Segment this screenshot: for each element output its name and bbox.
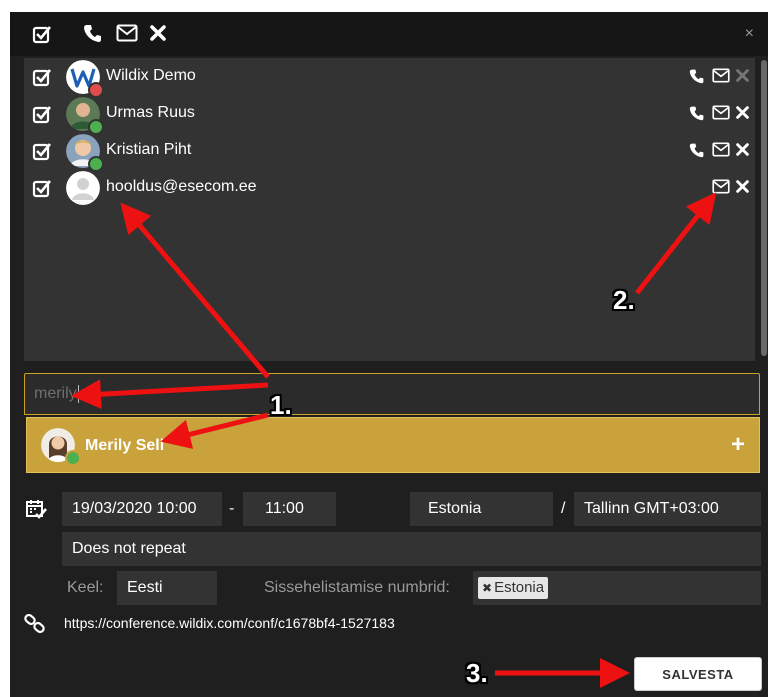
toolbar: × bbox=[10, 12, 768, 56]
envelope-icon[interactable] bbox=[711, 179, 730, 194]
remove-icon[interactable] bbox=[736, 106, 749, 120]
participant-search-input[interactable]: merily bbox=[24, 373, 760, 415]
add-participant-button[interactable]: + bbox=[731, 431, 745, 459]
participant-checkbox[interactable] bbox=[32, 67, 52, 87]
remove-icon bbox=[736, 69, 749, 83]
online-status-icon bbox=[65, 450, 81, 466]
envelope-icon[interactable] bbox=[711, 142, 730, 157]
timezone-select[interactable]: Tallinn GMT+03:00 bbox=[574, 492, 761, 526]
phone-icon[interactable] bbox=[689, 68, 705, 84]
participant-checkbox[interactable] bbox=[32, 141, 52, 161]
participant-name: Urmas Ruus bbox=[106, 104, 195, 121]
participant-actions bbox=[687, 104, 749, 122]
dial-in-numbers-label: Sissehelistamise numbrid: bbox=[264, 579, 450, 596]
link-icon bbox=[24, 614, 45, 634]
save-button[interactable]: SALVESTA bbox=[634, 657, 762, 691]
default-avatar-icon bbox=[66, 171, 100, 205]
participant-list: Wildix Demo Urmas Ruus Kristian Piht hoo… bbox=[24, 58, 755, 361]
dial-in-number-tag: ✖ Estonia bbox=[478, 577, 549, 599]
annotation-number: 3. bbox=[466, 658, 488, 688]
text-caret bbox=[77, 385, 79, 403]
participant-row: Urmas Ruus bbox=[24, 95, 755, 135]
annotation-number: 2. bbox=[613, 285, 635, 315]
end-time-input[interactable]: 11:00 bbox=[243, 492, 336, 526]
close-dialog-button[interactable]: × bbox=[745, 25, 754, 43]
scrollbar-thumb[interactable] bbox=[761, 60, 767, 356]
country-select[interactable]: Estonia bbox=[410, 492, 553, 526]
envelope-icon[interactable] bbox=[711, 68, 730, 83]
annotation-number: 1. bbox=[270, 390, 292, 420]
remove-icon[interactable] bbox=[736, 143, 749, 157]
search-input-value: merily bbox=[34, 385, 77, 403]
conference-link[interactable]: https://conference.wildix.com/conf/c1678… bbox=[64, 615, 395, 631]
remove-tag-icon[interactable]: ✖ bbox=[482, 581, 492, 595]
repeat-select[interactable]: Does not repeat bbox=[62, 532, 761, 566]
conference-dialog: × Wildix Demo Urmas Ruus Kristian Piht h… bbox=[10, 12, 768, 697]
suggestion-item[interactable]: Merily Sell + bbox=[26, 417, 760, 473]
select-all-checkbox-icon[interactable] bbox=[32, 24, 52, 44]
start-datetime-input[interactable]: 19/03/2020 10:00 bbox=[62, 492, 222, 526]
remove-all-icon[interactable] bbox=[150, 25, 166, 41]
remove-icon[interactable] bbox=[736, 180, 749, 194]
participant-name: Wildix Demo bbox=[106, 67, 196, 84]
language-select[interactable]: Eesti bbox=[117, 571, 217, 605]
participant-actions bbox=[687, 141, 749, 159]
phone-icon[interactable] bbox=[689, 142, 705, 158]
suggestion-name: Merily Sell bbox=[85, 437, 165, 454]
envelope-icon[interactable] bbox=[116, 24, 138, 42]
participant-row: Wildix Demo bbox=[24, 58, 755, 98]
participant-name: Kristian Piht bbox=[106, 141, 192, 158]
language-label: Keel: bbox=[67, 579, 104, 596]
participant-checkbox[interactable] bbox=[32, 178, 52, 198]
participant-actions bbox=[687, 67, 749, 85]
calendar-check-icon bbox=[26, 500, 47, 519]
participant-checkbox[interactable] bbox=[32, 104, 52, 124]
envelope-icon[interactable] bbox=[711, 105, 730, 120]
phone-icon[interactable] bbox=[83, 23, 103, 43]
participant-row: Kristian Piht bbox=[24, 132, 755, 172]
phone-icon[interactable] bbox=[689, 105, 705, 121]
participant-name: hooldus@esecom.ee bbox=[106, 178, 257, 195]
participant-row: hooldus@esecom.ee bbox=[24, 169, 755, 206]
timezone-separator: / bbox=[561, 500, 566, 517]
time-range-separator: - bbox=[229, 500, 235, 517]
participant-actions bbox=[710, 178, 749, 196]
